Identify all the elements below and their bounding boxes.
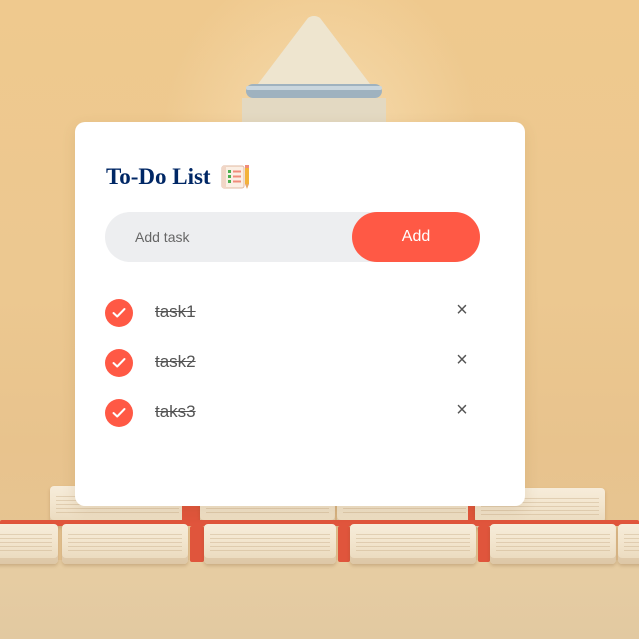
task-label: task1 xyxy=(155,302,196,321)
close-icon[interactable]: × xyxy=(452,348,472,372)
task-item[interactable]: task2 × xyxy=(105,347,475,397)
app-title: To-Do List xyxy=(106,164,211,189)
book-decoration xyxy=(62,524,188,564)
notepad-checklist-icon xyxy=(221,165,249,189)
todo-card: To-Do List Add task1 × xyxy=(75,122,525,506)
close-icon[interactable]: × xyxy=(452,398,472,422)
book-decoration xyxy=(618,524,639,564)
ornament-decoration xyxy=(242,16,386,134)
task-item[interactable]: taks3 × xyxy=(105,397,475,447)
task-list: task1 × task2 × taks3 × xyxy=(105,297,475,447)
add-task-row: Add xyxy=(105,212,480,262)
add-button[interactable]: Add xyxy=(352,212,480,262)
header: To-Do List xyxy=(106,160,251,194)
checkmark-circle-icon[interactable] xyxy=(105,399,133,427)
floor xyxy=(0,560,639,639)
book-ribbon xyxy=(338,526,350,562)
book-ribbon xyxy=(190,526,204,562)
book-decoration xyxy=(350,524,476,564)
checkmark-circle-icon[interactable] xyxy=(105,349,133,377)
close-icon[interactable]: × xyxy=(452,298,472,322)
task-item[interactable]: task1 × xyxy=(105,297,475,347)
task-input[interactable] xyxy=(105,212,345,262)
book-decoration xyxy=(0,524,58,564)
task-label: task2 xyxy=(155,352,196,371)
checkmark-circle-icon[interactable] xyxy=(105,299,133,327)
book-ribbon xyxy=(478,526,490,562)
task-label: taks3 xyxy=(155,402,196,421)
book-decoration xyxy=(204,524,336,564)
book-decoration xyxy=(490,524,616,564)
